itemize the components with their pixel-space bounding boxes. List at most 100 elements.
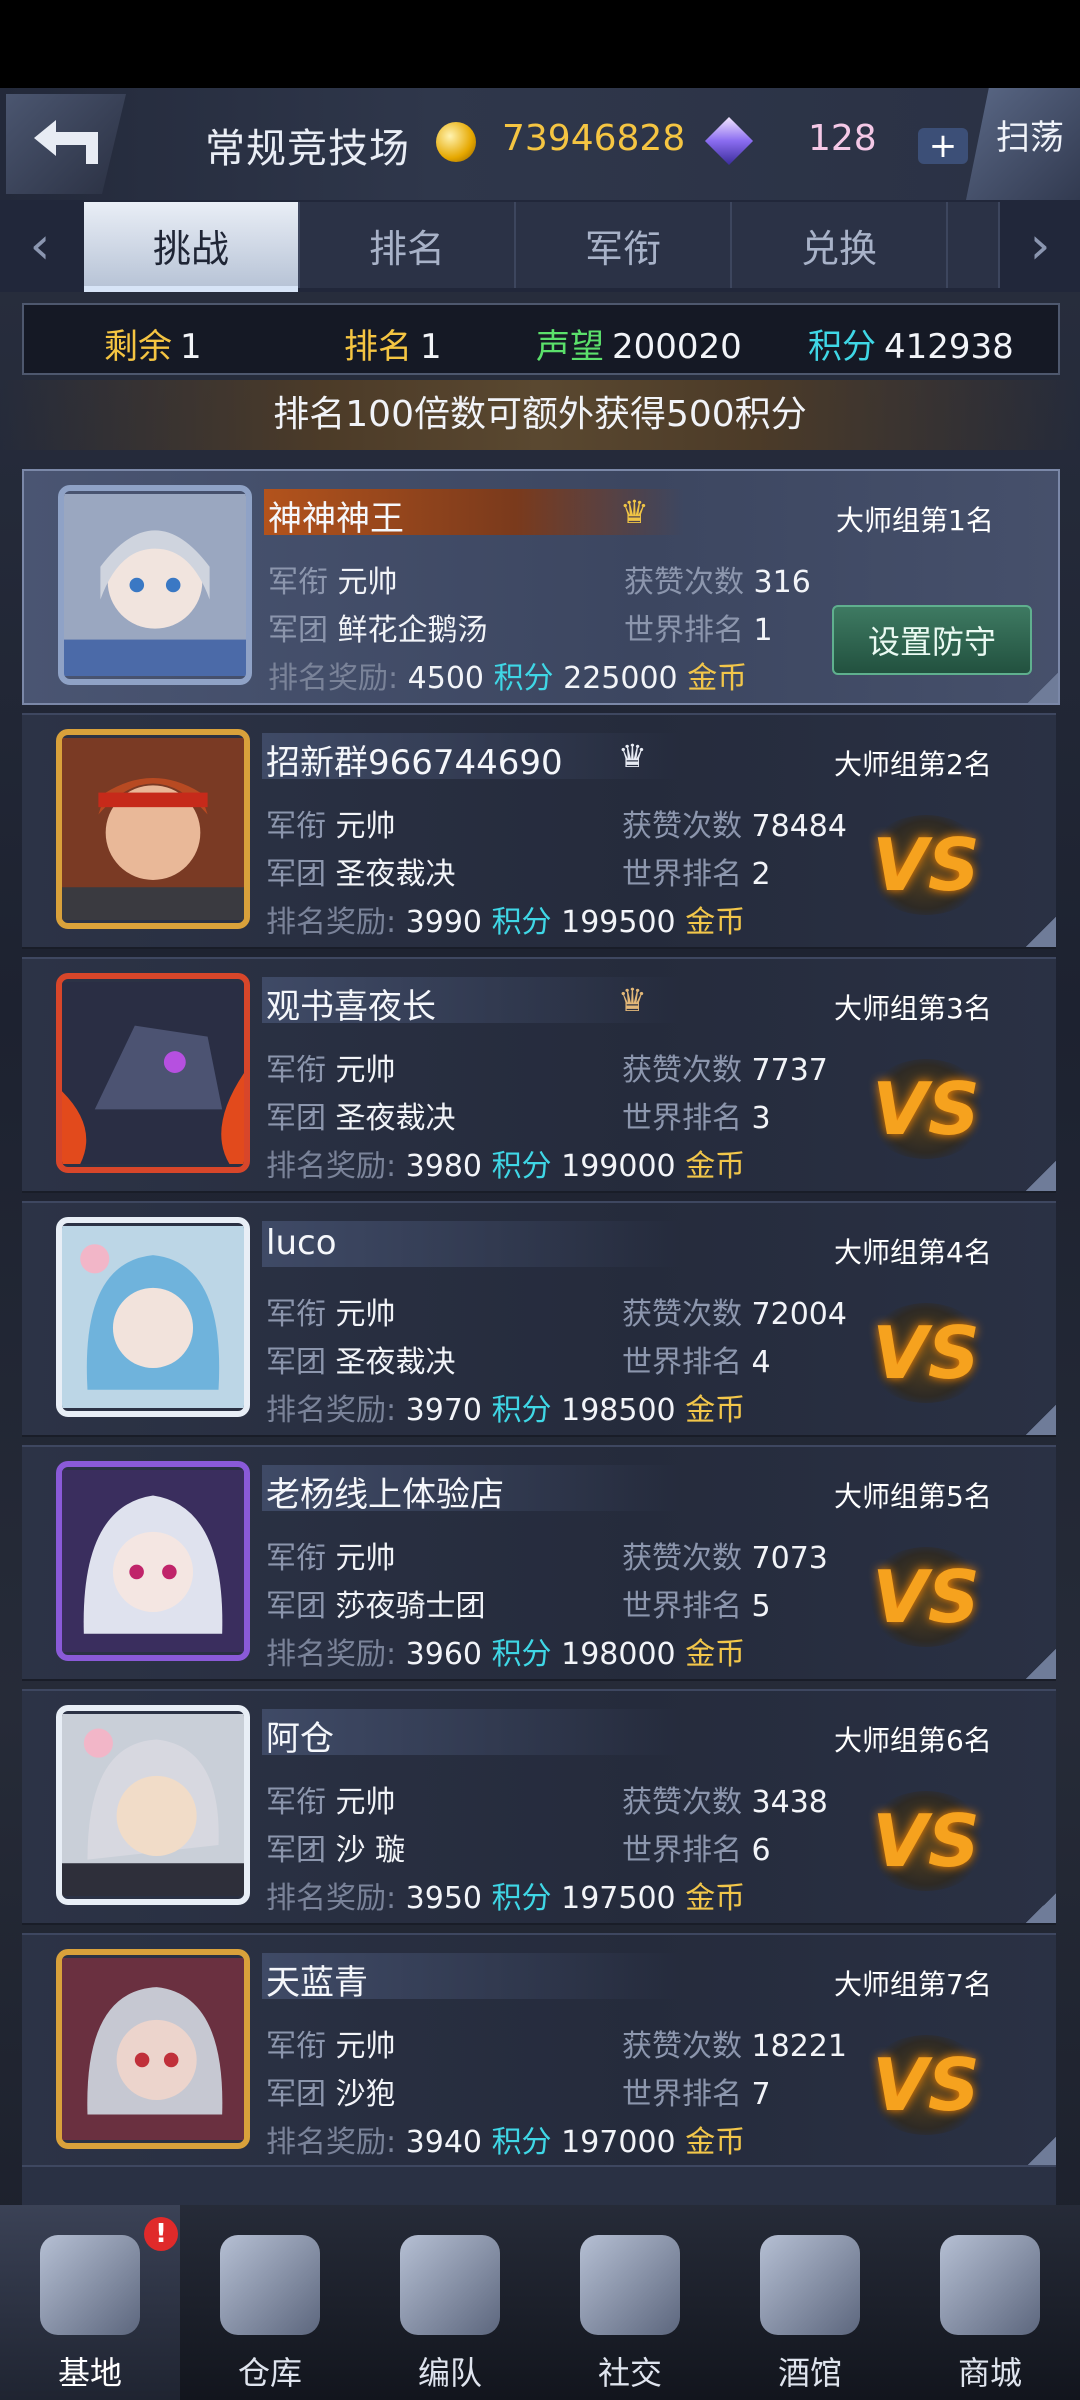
group-rank: 大师组第3名 (834, 992, 992, 1025)
tab-prev-icon[interactable]: ‹ (0, 200, 80, 292)
player-card[interactable]: 招新群966744690 ♛ 大师组第2名 军衔 元帅 军团 圣夜裁决 获赞次数… (22, 713, 1056, 949)
nav-social[interactable]: 社交 (540, 2205, 720, 2400)
bottom-nav: ! 基地 仓库 编队 社交 酒馆 商城 (0, 2205, 1080, 2400)
tab-ranking[interactable]: 排名 (300, 202, 516, 288)
player-name: 神神神王 (268, 499, 404, 539)
vs-challenge-button[interactable]: VS (864, 1303, 988, 1403)
avatar (56, 1705, 250, 1905)
nav-base[interactable]: ! 基地 (0, 2205, 180, 2400)
reward-row: 排名奖励: 3960 积分 198000 金币 (266, 1637, 746, 1672)
player-card[interactable]: 神神神王 ♛ 大师组第1名 军衔 元帅 军团 鲜花企鹅汤 获赞次数 316 世界… (22, 469, 1060, 705)
group-rank: 大师组第4名 (834, 1236, 992, 1269)
vs-challenge-button[interactable]: VS (864, 1791, 988, 1891)
player-name: luco (266, 1223, 337, 1263)
tab-bar: ‹ 挑战 排名 军衔 兑换 › (0, 200, 1080, 292)
avatar-icon (62, 1470, 244, 1652)
rank-stat: 排名 1 (344, 327, 442, 367)
bonus-notice: 排名100倍数可额外获得500积分 (0, 380, 1080, 450)
reward-row: 排名奖励: 4500 积分 225000 金币 (268, 661, 748, 696)
player-card-partial[interactable] (22, 2165, 1056, 2205)
group-rank: 大师组第2名 (834, 748, 992, 781)
set-defense-button[interactable]: 设置防守 (832, 605, 1032, 675)
military-rank-row: 军衔 元帅 (266, 1785, 396, 1820)
player-card[interactable]: 天蓝青 大师组第7名 军衔 元帅 军团 沙狍 获赞次数 18221 世界排名 7… (22, 1933, 1056, 2169)
avatar (58, 485, 252, 685)
status-bar (0, 0, 1080, 88)
player-card[interactable]: 阿仓 大师组第6名 军衔 元帅 军团 沙 璇 获赞次数 3438 世界排名 6 … (22, 1689, 1056, 1925)
likes-row: 获赞次数 316 (624, 565, 811, 600)
likes-row: 获赞次数 18221 (622, 2029, 847, 2064)
world-rank-row: 世界排名 2 (622, 857, 771, 892)
player-card[interactable]: 观书喜夜长 ♛ 大师组第3名 军衔 元帅 军团 圣夜裁决 获赞次数 7737 世… (22, 957, 1056, 1193)
nav-shop[interactable]: 商城 (900, 2205, 1080, 2400)
nav-formation[interactable]: 编队 (360, 2205, 540, 2400)
vs-label: VS (872, 1799, 980, 1883)
group-rank: 大师组第5名 (834, 1480, 992, 1513)
world-rank-row: 世界排名 7 (622, 2077, 771, 2112)
legion-row: 军团 沙狍 (266, 2077, 396, 2112)
likes-row: 获赞次数 7737 (622, 1053, 828, 1088)
avatar (56, 1949, 250, 2149)
avatar (56, 729, 250, 929)
vs-label: VS (872, 1067, 980, 1151)
avatar-icon (62, 738, 244, 920)
prestige-stat: 声望 200020 (536, 327, 742, 367)
vs-challenge-button[interactable]: VS (864, 1059, 988, 1159)
reward-row: 排名奖励: 3970 积分 198500 金币 (266, 1393, 746, 1428)
vs-label: VS (872, 1311, 980, 1395)
stats-bar: 剩余 1 排名 1 声望 200020 积分 412938 (22, 303, 1060, 375)
nav-warehouse[interactable]: 仓库 (180, 2205, 360, 2400)
tab-next-icon[interactable]: › (1000, 200, 1080, 292)
vs-challenge-button[interactable]: VS (864, 815, 988, 915)
vs-label: VS (872, 2043, 980, 2127)
diamond-icon (704, 116, 754, 166)
reward-row: 排名奖励: 3940 积分 197000 金币 (266, 2125, 746, 2160)
avatar-icon (62, 1714, 244, 1896)
tab-exchange[interactable]: 兑换 (732, 202, 948, 288)
warehouse-icon (220, 2235, 320, 2335)
gold-coin-icon (436, 122, 476, 162)
crown-icon: ♛ (618, 981, 647, 1019)
points-stat: 积分 412938 (808, 327, 1014, 367)
world-rank-row: 世界排名 6 (622, 1833, 771, 1868)
reward-row: 排名奖励: 3990 积分 199500 金币 (266, 905, 746, 940)
tab-overflow (948, 202, 1000, 288)
back-button[interactable] (6, 94, 126, 194)
star-emblem-icon (40, 2235, 140, 2335)
military-rank-row: 军衔 元帅 (268, 565, 398, 600)
likes-row: 获赞次数 72004 (622, 1297, 847, 1332)
reward-row: 排名奖励: 3980 积分 199000 金币 (266, 1149, 746, 1184)
handshake-icon (580, 2235, 680, 2335)
legion-row: 军团 圣夜裁决 (266, 1101, 456, 1136)
military-rank-row: 军衔 元帅 (266, 1053, 396, 1088)
military-rank-row: 军衔 元帅 (266, 1297, 396, 1332)
crown-icon: ♛ (618, 737, 647, 775)
vs-label: VS (872, 1555, 980, 1639)
sweep-label: 扫荡 (996, 118, 1064, 158)
avatar (56, 973, 250, 1173)
avatar-icon (62, 1958, 244, 2140)
gold-amount: 73946828 (502, 118, 686, 159)
nav-tavern[interactable]: 酒馆 (720, 2205, 900, 2400)
player-name: 阿仓 (266, 1719, 334, 1759)
header: 常规竞技场 73946828 128 + (0, 88, 1080, 202)
legion-row: 军团 莎夜骑士团 (266, 1589, 486, 1624)
avatar-icon (62, 1226, 244, 1408)
legion-row: 军团 鲜花企鹅汤 (268, 613, 488, 648)
player-card[interactable]: 老杨线上体验店 大师组第5名 军衔 元帅 军团 莎夜骑士团 获赞次数 7073 … (22, 1445, 1056, 1681)
vs-challenge-button[interactable]: VS (864, 1547, 988, 1647)
military-rank-row: 军衔 元帅 (266, 2029, 396, 2064)
avatar-icon (62, 982, 244, 1164)
helmet-icon (400, 2235, 500, 2335)
player-card[interactable]: luco 大师组第4名 军衔 元帅 军团 圣夜裁决 获赞次数 72004 世界排… (22, 1201, 1056, 1437)
tab-military-rank[interactable]: 军衔 (516, 202, 732, 288)
add-gems-button[interactable]: + (918, 126, 968, 166)
vs-challenge-button[interactable]: VS (864, 2035, 988, 2135)
world-rank-row: 世界排名 5 (622, 1589, 771, 1624)
legion-row: 军团 圣夜裁决 (266, 857, 456, 892)
world-rank-row: 世界排名 4 (622, 1345, 771, 1380)
world-rank-row: 世界排名 3 (622, 1101, 771, 1136)
tab-challenge[interactable]: 挑战 (84, 202, 300, 292)
legion-row: 军团 圣夜裁决 (266, 1345, 456, 1380)
player-name: 观书喜夜长 (266, 987, 436, 1027)
